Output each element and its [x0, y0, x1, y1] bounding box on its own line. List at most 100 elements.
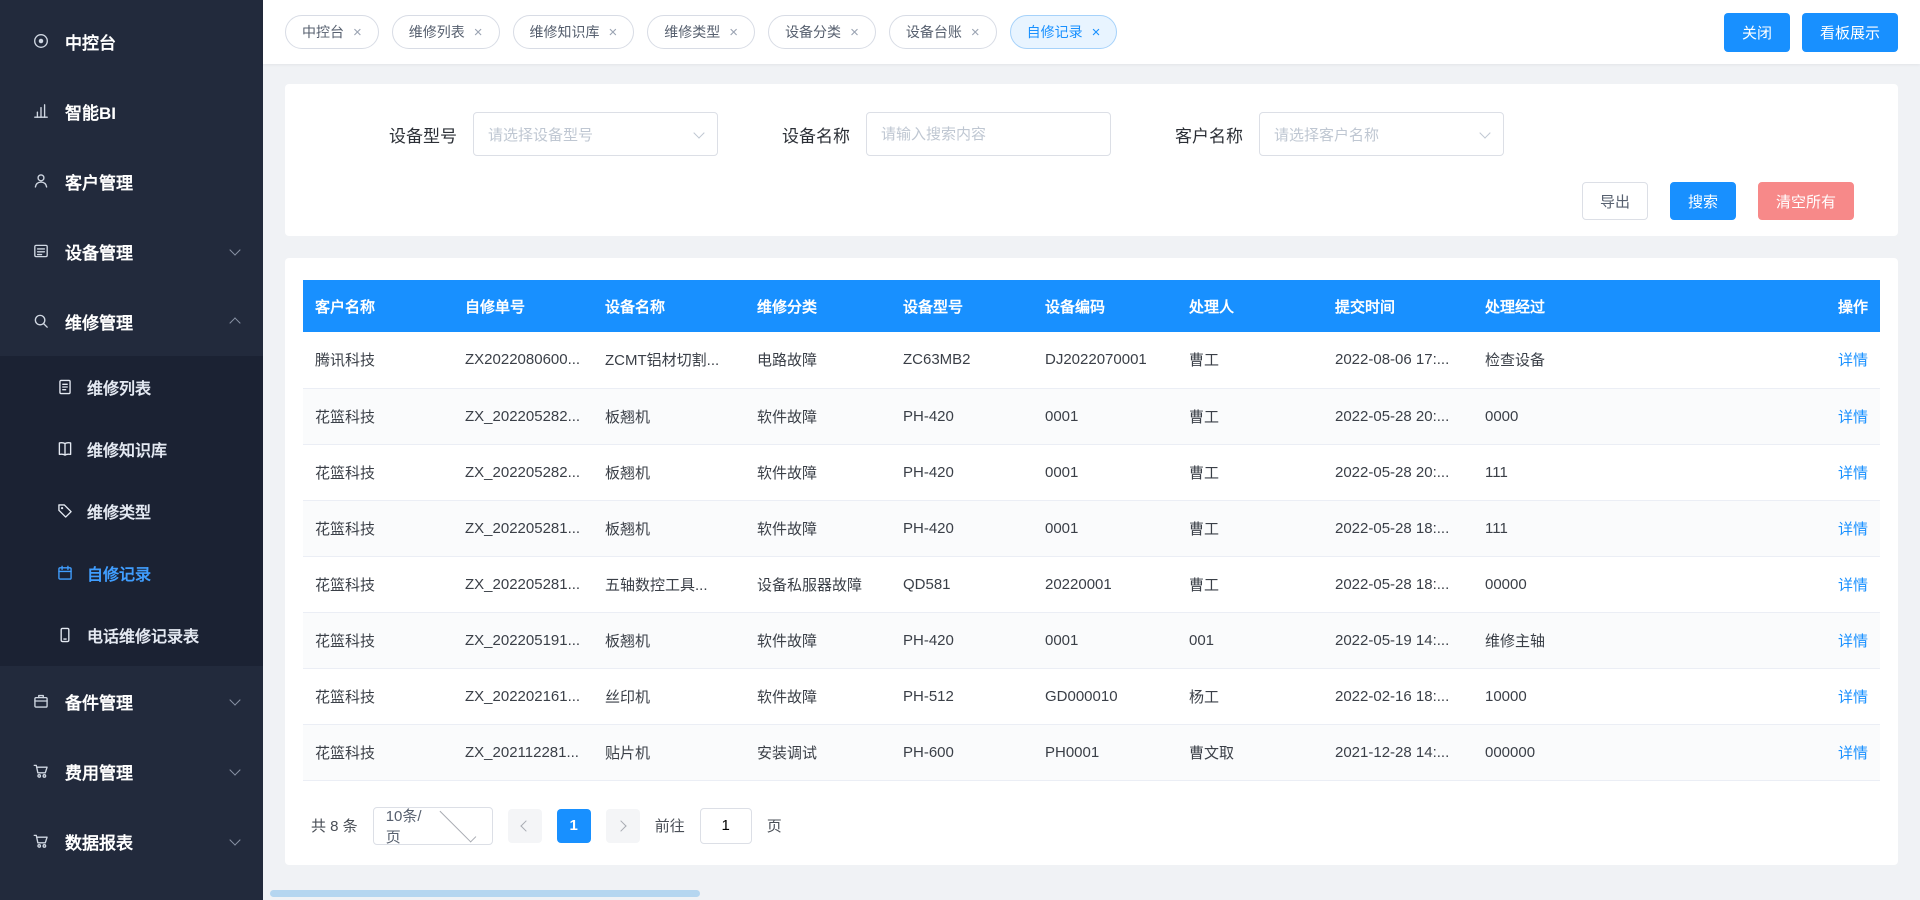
table-cell: ZX_202205282...: [453, 388, 593, 444]
table-cell: 花篮科技: [303, 444, 453, 500]
sidebar-item-repair-type[interactable]: 维修类型: [0, 480, 263, 542]
sidebar-item-label: 智能BI: [65, 99, 116, 124]
table-cell: 花篮科技: [303, 500, 453, 556]
devices-icon: [32, 242, 50, 260]
table-cell: 曹文取: [1177, 724, 1323, 780]
close-tab-icon[interactable]: ×: [850, 25, 859, 40]
sidebar-item-label: 维修类型: [87, 499, 151, 523]
close-tab-icon[interactable]: ×: [609, 25, 618, 40]
goto-page-input[interactable]: [700, 808, 752, 844]
customers-icon: [32, 172, 50, 190]
chevron-down-icon: [229, 834, 240, 845]
column-header: 设备型号: [891, 280, 1033, 332]
sidebar-item-self-repair-record[interactable]: 自修记录: [0, 542, 263, 604]
column-header: 处理人: [1177, 280, 1323, 332]
detail-link[interactable]: 详情: [1838, 521, 1868, 538]
close-tab-icon[interactable]: ×: [729, 25, 738, 40]
page-size-select[interactable]: 10条/页: [373, 807, 493, 845]
sidebar-item-reports[interactable]: 数据报表: [0, 806, 263, 876]
tab-label: 维修列表: [409, 22, 465, 42]
close-tab-icon[interactable]: ×: [474, 25, 483, 40]
tab-self-repair-record[interactable]: 自修记录×: [1010, 15, 1118, 49]
close-tab-icon[interactable]: ×: [971, 25, 980, 40]
sidebar-item-label: 自修记录: [87, 561, 151, 585]
current-page[interactable]: 1: [557, 809, 591, 843]
chevron-down-icon: [229, 244, 240, 255]
sidebar-item-label: 中控台: [65, 29, 116, 54]
table-cell: 10000: [1473, 668, 1806, 724]
select-placeholder: 请选择设备型号: [488, 124, 695, 145]
tab-label: 维修类型: [664, 22, 720, 42]
board-display-button[interactable]: 看板展示: [1802, 13, 1898, 52]
search-button[interactable]: 搜索: [1670, 182, 1736, 220]
table-cell: 0001: [1033, 444, 1177, 500]
detail-link[interactable]: 详情: [1838, 352, 1868, 369]
chevron-down-icon: [693, 127, 704, 138]
tab-device-category[interactable]: 设备分类×: [768, 15, 876, 49]
table-row: 花篮科技ZX_202205281...五轴数控工具...设备私服器故障QD581…: [303, 556, 1880, 612]
goto-label: 前往: [655, 815, 685, 836]
table-cell: 软件故障: [745, 500, 891, 556]
detail-link[interactable]: 详情: [1838, 577, 1868, 594]
table-cell: 0001: [1033, 500, 1177, 556]
table-cell: GD000010: [1033, 668, 1177, 724]
column-header: 客户名称: [303, 280, 453, 332]
clear-all-button[interactable]: 清空所有: [1758, 182, 1854, 220]
table-cell: ZCMT铝材切割...: [593, 332, 745, 388]
repair-list-icon: [56, 378, 74, 396]
detail-link[interactable]: 详情: [1838, 745, 1868, 762]
tab-repair-type[interactable]: 维修类型 ×: [647, 15, 755, 49]
table-cell: 软件故障: [745, 388, 891, 444]
sidebar-item-repair[interactable]: 维修管理: [0, 286, 263, 356]
horizontal-scrollbar[interactable]: [270, 890, 700, 897]
filter-label: 设备型号: [389, 122, 457, 147]
sidebar-item-fees[interactable]: 费用管理: [0, 736, 263, 806]
table-card: 客户名称自修单号设备名称维修分类设备型号设备编码处理人提交时间处理经过操作 腾讯…: [285, 258, 1898, 865]
operation-cell: 详情: [1806, 556, 1880, 612]
sidebar-item-customers[interactable]: 客户管理: [0, 146, 263, 216]
prev-page-button[interactable]: [508, 809, 542, 843]
customer-name-select[interactable]: 请选择客户名称: [1259, 112, 1504, 156]
column-header: 维修分类: [745, 280, 891, 332]
table-cell: 2022-05-28 20:...: [1323, 388, 1473, 444]
sidebar-item-console[interactable]: 中控台: [0, 6, 263, 76]
sidebar-item-repair-knowledge[interactable]: 维修知识库: [0, 418, 263, 480]
table-cell: 维修主轴: [1473, 612, 1806, 668]
sidebar-item-spares[interactable]: 备件管理: [0, 666, 263, 736]
close-tab-icon[interactable]: ×: [353, 25, 362, 40]
next-page-button[interactable]: [606, 809, 640, 843]
table-cell: 丝印机: [593, 668, 745, 724]
close-button[interactable]: 关闭: [1724, 13, 1790, 52]
detail-link[interactable]: 详情: [1838, 465, 1868, 482]
table-row: 花篮科技ZX_202205282...板翘机软件故障PH-4200001曹工20…: [303, 444, 1880, 500]
sidebar-item-bi[interactable]: 智能BI: [0, 76, 263, 146]
sidebar-item-label: 备件管理: [65, 689, 133, 714]
table-cell: 曹工: [1177, 332, 1323, 388]
table-cell: 2021-12-28 14:...: [1323, 724, 1473, 780]
sidebar-item-phone-repair-record[interactable]: 电话维修记录表: [0, 604, 263, 666]
tab-device-ledger[interactable]: 设备台账×: [889, 15, 997, 49]
close-tab-icon[interactable]: ×: [1092, 25, 1101, 40]
sidebar-item-partial[interactable]: [0, 876, 263, 900]
operation-cell: 详情: [1806, 388, 1880, 444]
table-cell: PH-420: [891, 388, 1033, 444]
sidebar-item-repair-list[interactable]: 维修列表: [0, 356, 263, 418]
tab-bar: 中控台×维修列表×维修知识库×维修类型×设备分类×设备台账×自修记录×: [285, 15, 1724, 49]
tab-repair-list[interactable]: 维修列表 ×: [392, 15, 500, 49]
detail-link[interactable]: 详情: [1838, 689, 1868, 706]
export-button[interactable]: 导出: [1582, 182, 1648, 220]
table-cell: DJ2022070001: [1033, 332, 1177, 388]
main-area: 中控台×维修列表×维修知识库×维修类型×设备分类×设备台账×自修记录× 关闭 看…: [263, 0, 1920, 900]
tab-console[interactable]: 中控台×: [285, 15, 379, 49]
table-cell: PH-600: [891, 724, 1033, 780]
table-cell: 板翘机: [593, 500, 745, 556]
sidebar-item-devices[interactable]: 设备管理: [0, 216, 263, 286]
detail-link[interactable]: 详情: [1838, 409, 1868, 426]
device-model-select[interactable]: 请选择设备型号: [473, 112, 718, 156]
chevron-wrap: [231, 769, 239, 774]
table-cell: 设备私服器故障: [745, 556, 891, 612]
table-body: 腾讯科技ZX2022080600...ZCMT铝材切割...电路故障ZC63MB…: [303, 332, 1880, 780]
detail-link[interactable]: 详情: [1838, 633, 1868, 650]
device-name-input[interactable]: [866, 112, 1111, 156]
tab-repair-knowledge[interactable]: 维修知识库×: [513, 15, 635, 49]
